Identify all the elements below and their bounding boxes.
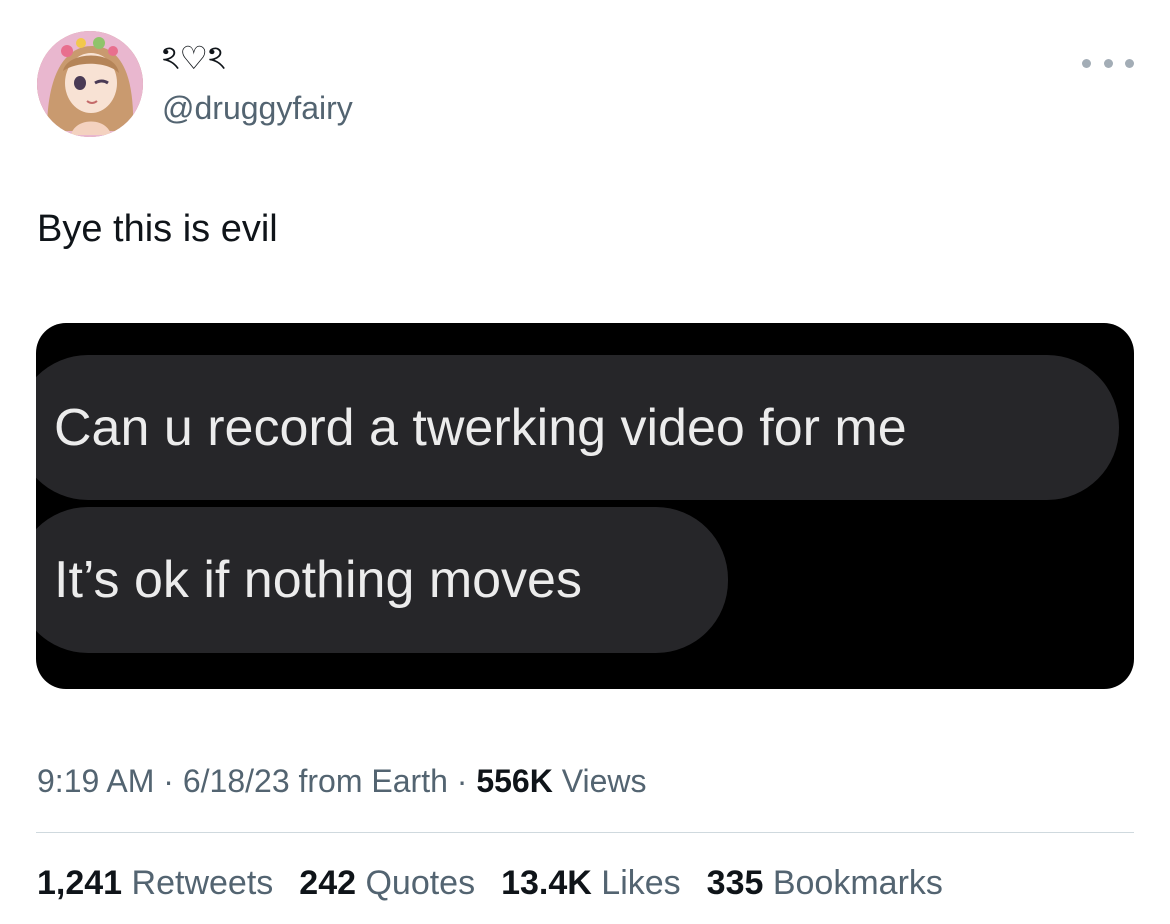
- retweets-label: Retweets: [131, 864, 274, 902]
- message-bubble: Can u record a twerking video for me: [36, 355, 1119, 500]
- quotes-stat[interactable]: 242 Quotes: [299, 862, 475, 904]
- avatar[interactable]: [37, 31, 143, 137]
- views-label: Views: [561, 763, 647, 799]
- tweet-media-image[interactable]: Can u record a twerking video for me It’…: [36, 323, 1134, 689]
- likes-stat[interactable]: 13.4K Likes: [501, 862, 681, 904]
- tweet-date[interactable]: 6/18/23: [183, 763, 290, 799]
- likes-count: 13.4K: [501, 864, 592, 902]
- more-horizontal-icon-dot: [1125, 58, 1134, 68]
- engagement-stats: 1,241 Retweets 242 Quotes 13.4K Likes 33…: [37, 862, 943, 904]
- tweet-time[interactable]: 9:19 AM: [37, 763, 154, 799]
- separator: ·: [456, 763, 468, 799]
- retweets-count: 1,241: [37, 864, 123, 902]
- tweet-text: Bye this is evil: [37, 208, 278, 250]
- message-text: Can u record a twerking video for me: [54, 398, 907, 457]
- tweet-meta: 9:19 AM · 6/18/23 from Earth · 556K View…: [37, 761, 646, 801]
- display-name[interactable]: ঽ♡ঽ: [162, 38, 225, 78]
- anime-girl-avatar-icon: [37, 31, 143, 137]
- tweet: ঽ♡ঽ @druggyfairy Bye this is evil Can u …: [0, 0, 1170, 924]
- views-count: 556K: [476, 763, 553, 799]
- bookmarks-label: Bookmarks: [772, 864, 943, 902]
- more-horizontal-icon-dot: [1103, 58, 1113, 68]
- bookmarks-count: 335: [706, 864, 764, 902]
- divider: [36, 832, 1134, 833]
- handle[interactable]: @druggyfairy: [162, 88, 353, 128]
- likes-label: Likes: [601, 864, 681, 902]
- tweet-source: from Earth: [298, 763, 448, 799]
- more-options-button[interactable]: [1082, 48, 1134, 78]
- message-bubble: It’s ok if nothing moves: [36, 507, 728, 653]
- quotes-label: Quotes: [365, 864, 476, 902]
- bookmarks-stat[interactable]: 335 Bookmarks: [707, 862, 943, 904]
- retweets-stat[interactable]: 1,241 Retweets: [37, 862, 273, 904]
- message-text: It’s ok if nothing moves: [54, 551, 582, 609]
- quotes-count: 242: [299, 864, 357, 902]
- more-horizontal-icon: [1082, 58, 1091, 68]
- separator: ·: [163, 763, 174, 799]
